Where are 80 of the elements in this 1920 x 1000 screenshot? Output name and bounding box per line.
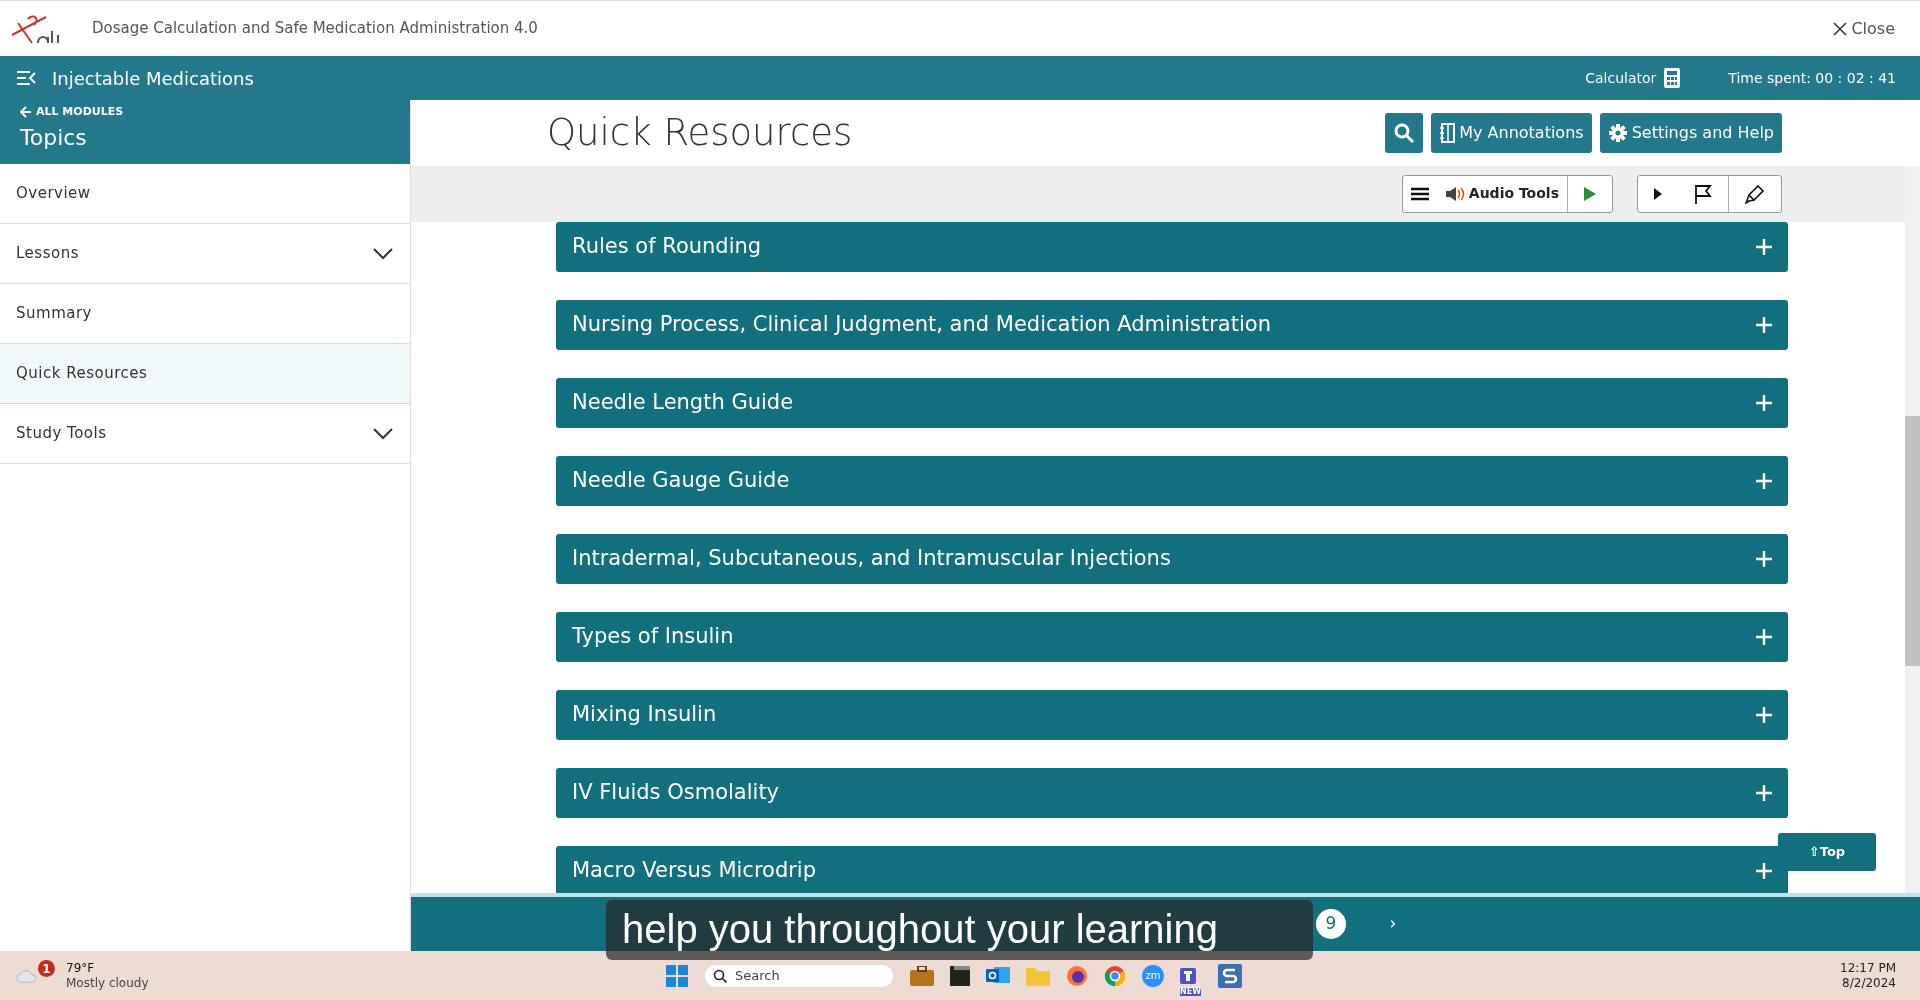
audio-tools-button[interactable]: Audio Tools	[1436, 175, 1568, 212]
page-title: Quick Resources	[547, 110, 853, 157]
cloud-icon	[16, 968, 38, 983]
flag-icon	[1694, 184, 1712, 205]
accordion-title: IV Fluids Osmolality	[572, 778, 780, 806]
search-button[interactable]	[1385, 112, 1424, 153]
accordion-header[interactable]: IV Fluids Osmolality	[556, 767, 1788, 818]
settings-button[interactable]: Settings and Help	[1599, 112, 1782, 153]
plus-icon	[1756, 472, 1772, 489]
weather-condition: Mostly cloudy	[66, 975, 149, 991]
search-icon	[713, 968, 727, 983]
sidebar-item[interactable]: Lessons	[0, 224, 410, 284]
highlighter-icon	[1745, 184, 1765, 205]
s-app-icon[interactable]	[1218, 963, 1242, 988]
scrollbar-thumb[interactable]	[1905, 415, 1920, 666]
accordion-title: Needle Length Guide	[572, 388, 794, 416]
briefcase-icon[interactable]	[910, 965, 934, 986]
plus-icon	[1756, 784, 1772, 801]
accordion-title: Types of Insulin	[572, 622, 734, 650]
play-icon	[1584, 187, 1596, 202]
firefox-icon[interactable]	[1066, 964, 1088, 987]
plus-icon	[1756, 628, 1772, 645]
speaker-icon	[1444, 185, 1465, 202]
accordion-header[interactable]: Types of Insulin	[556, 611, 1788, 662]
accordion-title: Needle Gauge Guide	[572, 466, 790, 494]
close-icon	[1833, 21, 1848, 36]
terminal-icon[interactable]	[950, 965, 970, 986]
video-caption: help you throughout your learning	[606, 900, 1313, 960]
accordion-header[interactable]: Nursing Process, Clinical Judgment, and Medication Administration	[556, 299, 1788, 350]
accordion-header[interactable]: Rules of Rounding	[556, 221, 1788, 272]
sidebar-item[interactable]: Study Tools	[0, 404, 410, 464]
plus-icon	[1756, 706, 1772, 723]
chevron-down-icon	[372, 426, 394, 441]
clock-date: 8/2/2024	[1842, 975, 1896, 991]
clock-time: 12:17 PM	[1840, 960, 1896, 976]
taskbar-search-field[interactable]: Search	[704, 963, 894, 988]
accordion-header[interactable]: Mixing Insulin	[556, 689, 1788, 740]
course-title: Dosage Calculation and Safe Medication Administration 4.0	[92, 18, 538, 40]
calculator-icon	[1664, 68, 1681, 88]
notification-badge: 1	[38, 960, 55, 977]
accordion-header[interactable]: Macro Versus Microdrip	[556, 845, 1788, 894]
temperature: 79°F	[66, 960, 96, 976]
top-button[interactable]: ⇧Top	[1778, 833, 1876, 871]
all-modules-link[interactable]: ALL MODULES	[16, 104, 394, 121]
windows-icon[interactable]	[666, 964, 688, 987]
notebook-icon	[1439, 122, 1456, 143]
sidebar-item[interactable]: Overview	[0, 164, 410, 224]
plus-icon	[1756, 238, 1772, 255]
search-placeholder: Search	[735, 966, 780, 985]
menu-icon	[1410, 187, 1429, 202]
zoom-app-icon[interactable]: zm	[1142, 964, 1164, 987]
accordion-title: Rules of Rounding	[572, 232, 762, 260]
accordion-title: Mixing Insulin	[572, 700, 717, 728]
plus-icon	[1756, 862, 1772, 879]
accordion-title: Nursing Process, Clinical Judgment, and Medication Administration	[572, 310, 1271, 338]
page-number[interactable]: 9	[1316, 909, 1346, 940]
annotations-button[interactable]: My Annotations	[1431, 112, 1592, 153]
accordion-title: Intradermal, Subcutaneous, and Intramuscular Injections	[572, 544, 1171, 572]
accordion-header[interactable]: Needle Length Guide	[556, 377, 1788, 428]
search-icon	[1393, 122, 1416, 145]
close-button[interactable]: Close	[1832, 15, 1896, 42]
next-page[interactable]: ›	[1378, 909, 1408, 940]
gear-icon	[1607, 122, 1628, 143]
accordion-title: Macro Versus Microdrip	[572, 856, 817, 884]
chevron-down-icon	[372, 246, 394, 261]
plus-icon	[1756, 550, 1772, 567]
teams-badge: NEW	[1180, 987, 1201, 996]
plus-icon	[1756, 316, 1772, 333]
triangle-icon	[1654, 188, 1662, 201]
back-arrow-icon	[20, 106, 32, 119]
menu-icon[interactable]	[16, 70, 36, 86]
topics-heading: Topics	[19, 123, 88, 152]
time-spent: Time spent: 00 : 02 : 41	[1728, 68, 1896, 88]
plus-icon	[1756, 394, 1772, 411]
chrome-icon[interactable]	[1104, 964, 1126, 987]
module-title: Injectable Medications	[52, 66, 254, 91]
accordion-header[interactable]: Needle Gauge Guide	[556, 455, 1788, 506]
calculator-button[interactable]: Calculator	[1585, 67, 1681, 89]
sidebar-item[interactable]: Quick Resources	[0, 344, 410, 404]
accordion-header[interactable]: Intradermal, Subcutaneous, and Intramuscular Injections	[556, 533, 1788, 584]
